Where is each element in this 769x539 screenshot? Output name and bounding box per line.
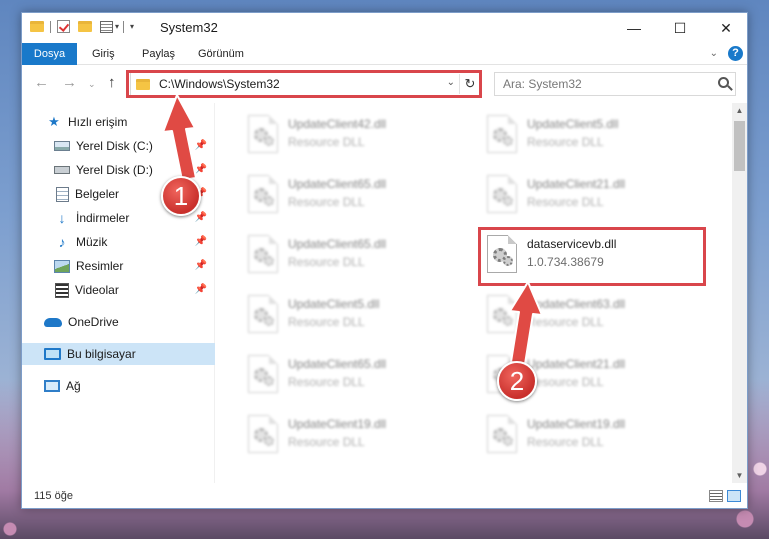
arrow-2 (509, 281, 543, 365)
step-2-badge: 2 (497, 361, 537, 401)
arrow-1 (162, 94, 197, 181)
annotation-arrows (162, 94, 543, 365)
step-1-badge: 1 (161, 176, 201, 216)
